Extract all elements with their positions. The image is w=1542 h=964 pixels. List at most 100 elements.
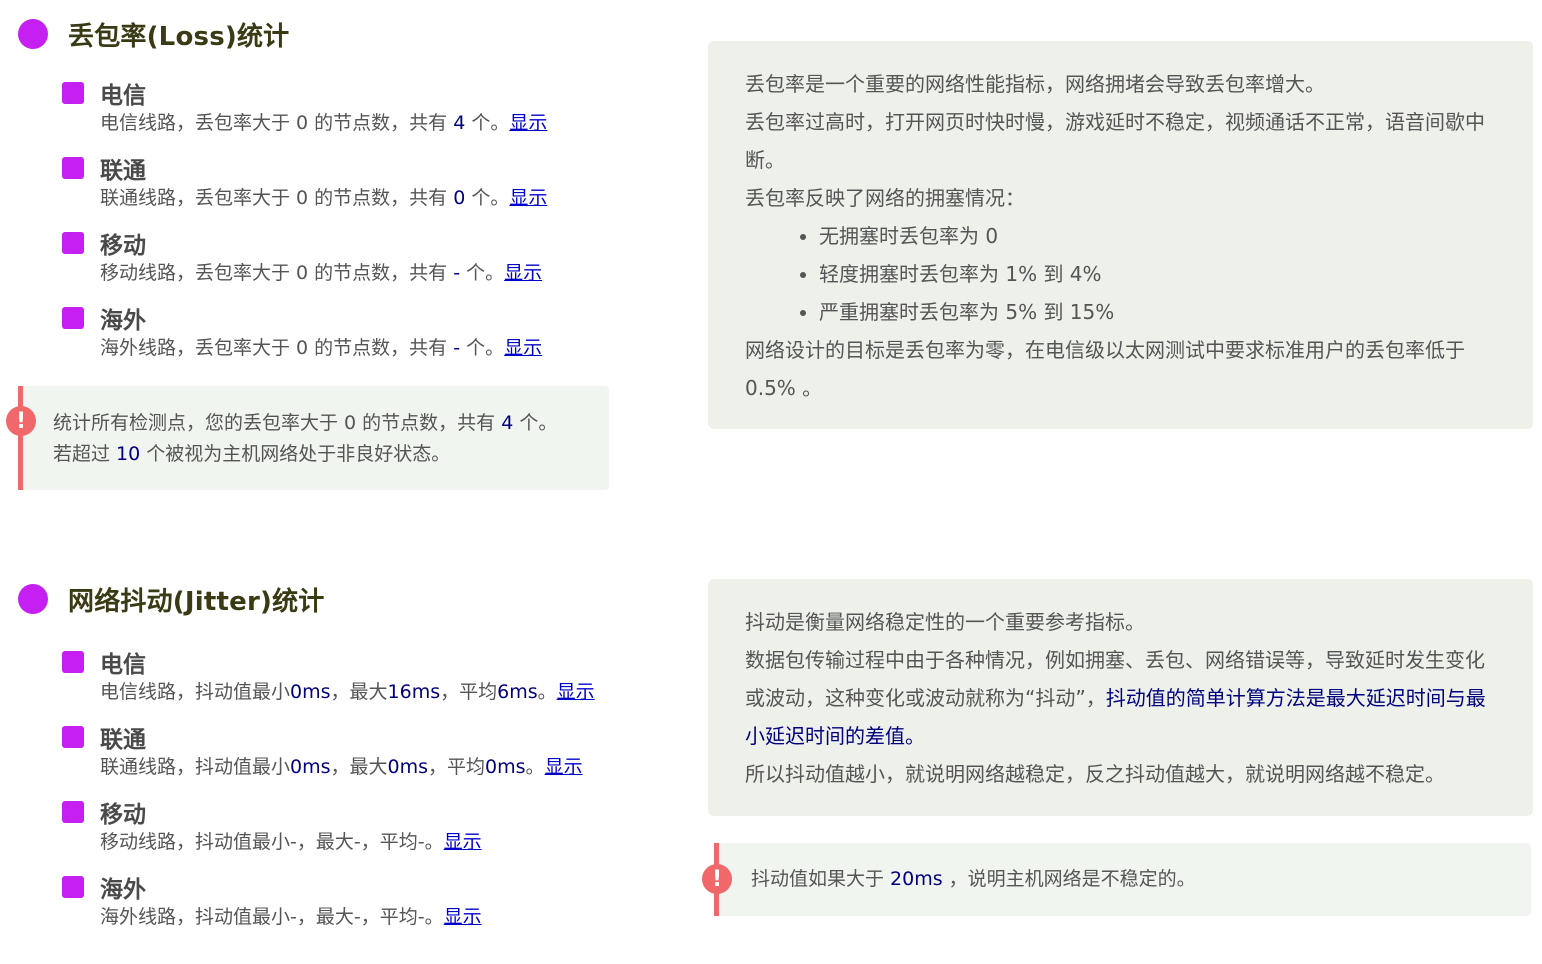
label: 海外线路，抖动值最小 (100, 906, 291, 928)
info-paragraph: 数据包传输过程中由于各种情况，例如拥塞、丢包、网络错误等，导致延时发生变化或波动… (745, 641, 1493, 755)
congestion-list: 无拥塞时丢包率为 0 轻度拥塞时丢包率为 1% 到 4% 严重拥塞时丢包率为 5… (745, 217, 1493, 331)
isp-summary: 移动线路，抖动值最小-，最大-，平均-。显示 (100, 829, 682, 855)
jitter-isp-list: 电信 电信线路，抖动值最小0ms，最大16ms，平均6ms。显示 联通 联通线路… (62, 647, 682, 947)
alert-text: ，说明主机网络是不稳定的。 (942, 868, 1196, 890)
info-paragraph: 丢包率反映了网络的拥塞情况： (745, 186, 1025, 210)
total-count: 4 (501, 412, 514, 434)
label: 移动线路，抖动值最小 (100, 831, 291, 853)
jitter-avg: 6ms (497, 681, 538, 703)
isp-name: 联通 (100, 727, 146, 753)
jitter-min: 0ms (290, 681, 331, 703)
loss-isp-unicom: 联通 联通线路，丢包率大于 0 的节点数，共有 0 个。显示 (62, 153, 682, 228)
show-link[interactable]: 显示 (444, 831, 482, 853)
loss-alert-box: ! 统计所有检测点，您的丢包率大于 0 的节点数，共有 4 个。 若超过 10 … (6, 386, 609, 490)
jitter-isp-overseas: 海外 海外线路，抖动值最小-，最大-，平均-。显示 (62, 872, 682, 947)
info-paragraph: 抖动是衡量网络稳定性的一个重要参考指标。 (745, 610, 1145, 634)
square-bullet-icon (62, 876, 84, 898)
show-link[interactable]: 显示 (509, 112, 547, 134)
square-bullet-icon (62, 157, 84, 179)
list-item: 轻度拥塞时丢包率为 1% 到 4% (819, 255, 1493, 293)
isp-summary: 海外线路，抖动值最小-，最大-，平均-。显示 (100, 904, 682, 930)
square-bullet-icon (62, 82, 84, 104)
jitter-alert-box: ! 抖动值如果大于 20ms ，说明主机网络是不稳定的。 (702, 843, 1531, 916)
threshold-count: 10 (116, 443, 141, 465)
label: ，最大 (330, 681, 388, 703)
show-link[interactable]: 显示 (545, 756, 583, 778)
show-link[interactable]: 显示 (504, 337, 542, 359)
label: ，平均 (428, 756, 486, 778)
jitter-alert-text: 抖动值如果大于 20ms ，说明主机网络是不稳定的。 (751, 864, 1196, 895)
label: ，平均 (440, 681, 498, 703)
loss-alert-text: 统计所有检测点，您的丢包率大于 0 的节点数，共有 4 个。 若超过 10 个被… (53, 408, 557, 470)
loss-isp-list: 电信 电信线路，丢包率大于 0 的节点数，共有 4 个。显示 联通 联通线路，丢… (62, 78, 682, 378)
jitter-isp-mobile: 移动 移动线路，抖动值最小-，最大-，平均-。显示 (62, 797, 682, 872)
jitter-avg: - (417, 906, 425, 928)
summary-suffix: 个。 (460, 337, 505, 359)
summary-suffix: 个。 (465, 187, 510, 209)
isp-name: 联通 (100, 158, 146, 184)
jitter-isp-unicom: 联通 联通线路，抖动值最小0ms，最大0ms，平均0ms。显示 (62, 722, 682, 797)
summary-suffix: 个。 (460, 262, 505, 284)
label: 电信线路，抖动值最小 (100, 681, 291, 703)
show-link[interactable]: 显示 (444, 906, 482, 928)
isp-name: 移动 (100, 233, 146, 259)
loss-header: 丢包率(Loss)统计 (18, 18, 289, 52)
square-bullet-icon (62, 651, 84, 673)
jitter-min: 0ms (290, 756, 331, 778)
jitter-avg: 0ms (485, 756, 526, 778)
info-paragraph: 网络设计的目标是丢包率为零，在电信级以太网测试中要求标准用户的丢包率低于 0.5… (745, 338, 1465, 400)
jitter-info-panel: 抖动是衡量网络稳定性的一个重要参考指标。 数据包传输过程中由于各种情况，例如拥塞… (708, 579, 1533, 816)
alert-text: 个被视为主机网络处于非良好状态。 (140, 443, 451, 465)
exclamation-icon: ! (6, 406, 36, 436)
isp-summary: 电信线路，抖动值最小0ms，最大16ms，平均6ms。显示 (100, 679, 682, 705)
bullet-dot-icon (18, 584, 48, 614)
isp-name: 海外 (100, 877, 146, 903)
jitter-min: - (290, 906, 297, 928)
isp-summary: 移动线路，丢包率大于 0 的节点数，共有 - 个。显示 (100, 260, 682, 286)
loss-isp-mobile: 移动 移动线路，丢包率大于 0 的节点数，共有 - 个。显示 (62, 228, 682, 303)
label: 联通线路，抖动值最小 (100, 756, 291, 778)
jitter-max: - (353, 906, 361, 928)
info-paragraph: 丢包率是一个重要的网络性能指标，网络拥堵会导致丢包率增大。 (745, 72, 1325, 96)
alert-text: 个。 (513, 412, 558, 434)
list-item: 严重拥塞时丢包率为 5% 到 15% (819, 293, 1493, 331)
label: 。 (525, 756, 545, 778)
label: ，最大 (296, 906, 354, 928)
summary-text: 移动线路，丢包率大于 0 的节点数，共有 (100, 262, 454, 284)
alert-text: 若超过 (53, 443, 117, 465)
show-link[interactable]: 显示 (509, 187, 547, 209)
loss-isp-telecom: 电信 电信线路，丢包率大于 0 的节点数，共有 4 个。显示 (62, 78, 682, 153)
jitter-min: - (290, 831, 297, 853)
jitter-max: - (353, 831, 361, 853)
label: ，最大 (330, 756, 388, 778)
isp-summary: 联通线路，丢包率大于 0 的节点数，共有 0 个。显示 (100, 185, 682, 211)
bullet-dot-icon (18, 19, 48, 49)
summary-text: 海外线路，丢包率大于 0 的节点数，共有 (100, 337, 454, 359)
info-paragraph: 所以抖动值越小，就说明网络越稳定，反之抖动值越大，就说明网络越不稳定。 (745, 762, 1445, 786)
isp-summary: 联通线路，抖动值最小0ms，最大0ms，平均0ms。显示 (100, 754, 682, 780)
alert-text: 统计所有检测点，您的丢包率大于 0 的节点数，共有 (53, 412, 502, 434)
label: ，最大 (296, 831, 354, 853)
isp-name: 电信 (100, 83, 146, 109)
exclamation-icon: ! (702, 864, 732, 894)
summary-suffix: 个。 (465, 112, 510, 134)
show-link[interactable]: 显示 (557, 681, 595, 703)
square-bullet-icon (62, 307, 84, 329)
show-link[interactable]: 显示 (504, 262, 542, 284)
isp-name: 海外 (100, 308, 146, 334)
square-bullet-icon (62, 801, 84, 823)
jitter-avg: - (417, 831, 425, 853)
alert-text: 抖动值如果大于 (751, 868, 891, 890)
jitter-max: 0ms (387, 756, 429, 778)
jitter-title: 网络抖动(Jitter)统计 (68, 586, 325, 617)
loss-isp-overseas: 海外 海外线路，丢包率大于 0 的节点数，共有 - 个。显示 (62, 303, 682, 378)
info-paragraph: 丢包率过高时，打开网页时快时慢，游戏延时不稳定，视频通话不正常，语音间歇中断。 (745, 110, 1485, 172)
jitter-isp-telecom: 电信 电信线路，抖动值最小0ms，最大16ms，平均6ms。显示 (62, 647, 682, 722)
jitter-threshold: 20ms (890, 868, 943, 890)
square-bullet-icon (62, 232, 84, 254)
square-bullet-icon (62, 726, 84, 748)
isp-summary: 电信线路，丢包率大于 0 的节点数，共有 4 个。显示 (100, 110, 682, 136)
label: 。 (424, 906, 444, 928)
list-item: 无拥塞时丢包率为 0 (819, 217, 1493, 255)
label: 。 (424, 831, 444, 853)
